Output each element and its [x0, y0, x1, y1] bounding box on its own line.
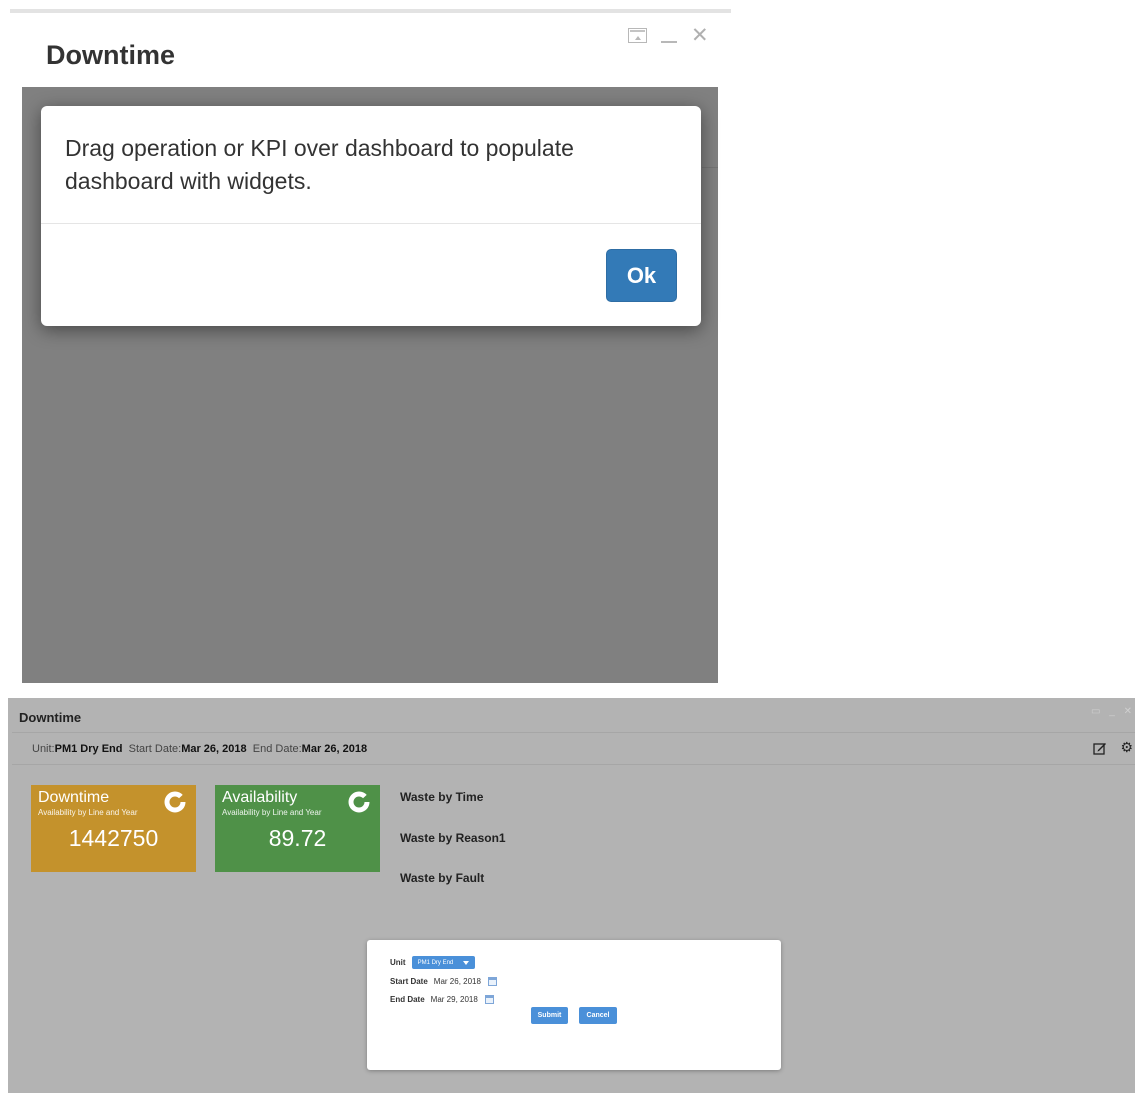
ok-button[interactable]: Ok: [606, 249, 677, 302]
donut-chart-icon: [164, 791, 186, 813]
start-date-row: Start Date Mar 26, 2018: [390, 977, 497, 986]
gear-icon[interactable]: ⚙: [1120, 739, 1133, 755]
kpi-tile-availability[interactable]: Availability Availability by Line and Ye…: [215, 785, 380, 872]
info-modal: Drag operation or KPI over dashboard to …: [41, 106, 701, 326]
kpi-tile-downtime[interactable]: Downtime Availability by Line and Year 1…: [31, 785, 196, 872]
end-date-label: End Date:: [252, 743, 302, 755]
dashboard-title: Downtime: [19, 710, 82, 725]
cancel-button[interactable]: Cancel: [579, 1007, 617, 1024]
end-date-label: End Date: [390, 995, 425, 1004]
unit-select-value: PM1 Dry End: [417, 959, 454, 966]
unit-label: Unit:: [32, 743, 55, 755]
tile-title: Availability: [222, 789, 298, 806]
top-divider: [10, 9, 731, 13]
filter-summary: Unit:PM1 Dry End Start Date:Mar 26, 2018…: [32, 743, 367, 755]
calendar-icon[interactable]: [487, 977, 497, 986]
tile-subtitle: Availability by Line and Year: [222, 808, 322, 817]
submit-button[interactable]: Submit: [531, 1007, 568, 1024]
tile-title: Downtime: [38, 789, 110, 806]
unit-select[interactable]: PM1 Dry End: [411, 956, 476, 969]
filter-bar: Unit:PM1 Dry End Start Date:Mar 26, 2018…: [12, 732, 1135, 765]
minimize-icon[interactable]: [661, 40, 677, 43]
filter-dialog: Unit PM1 Dry End Start Date Mar 26, 2018…: [367, 940, 781, 1070]
edit-icon[interactable]: [1093, 741, 1107, 755]
restore-icon[interactable]: [628, 28, 647, 43]
calendar-icon[interactable]: [484, 995, 494, 1004]
waste-by-reason-link[interactable]: Waste by Reason1: [400, 831, 506, 845]
start-date-label: Start Date: [390, 977, 428, 986]
start-date-field[interactable]: Mar 26, 2018: [434, 977, 481, 986]
start-date-value: Mar 26, 2018: [181, 743, 247, 755]
end-date-field[interactable]: Mar 29, 2018: [431, 995, 478, 1004]
tile-subtitle: Availability by Line and Year: [38, 808, 138, 817]
end-date-row: End Date Mar 29, 2018: [390, 995, 494, 1004]
tile-value: 89.72: [268, 825, 327, 851]
unit-row: Unit PM1 Dry End: [390, 956, 476, 969]
window-controls[interactable]: ▭ _ ✕: [1091, 706, 1135, 717]
unit-label: Unit: [390, 958, 406, 967]
waste-by-time-link[interactable]: Waste by Time: [400, 790, 483, 804]
window-controls: ✕: [628, 25, 709, 46]
end-date-value: Mar 26, 2018: [301, 743, 368, 755]
modal-message: Drag operation or KPI over dashboard to …: [65, 135, 574, 194]
start-date-label: Start Date:: [128, 743, 182, 755]
dashboard-panel: Downtime ▭ _ ✕ Unit:PM1 Dry End Start Da…: [8, 698, 1135, 1093]
panel-title: Downtime: [46, 40, 176, 70]
donut-chart-icon: [348, 791, 370, 813]
chevron-down-icon: [463, 960, 470, 965]
unit-value: PM1 Dry End: [54, 743, 123, 755]
divider: [702, 167, 718, 168]
modal-divider: [41, 223, 701, 224]
tile-value: 1442750: [68, 825, 159, 851]
close-icon[interactable]: ✕: [691, 25, 709, 46]
waste-by-fault-link[interactable]: Waste by Fault: [400, 871, 484, 885]
